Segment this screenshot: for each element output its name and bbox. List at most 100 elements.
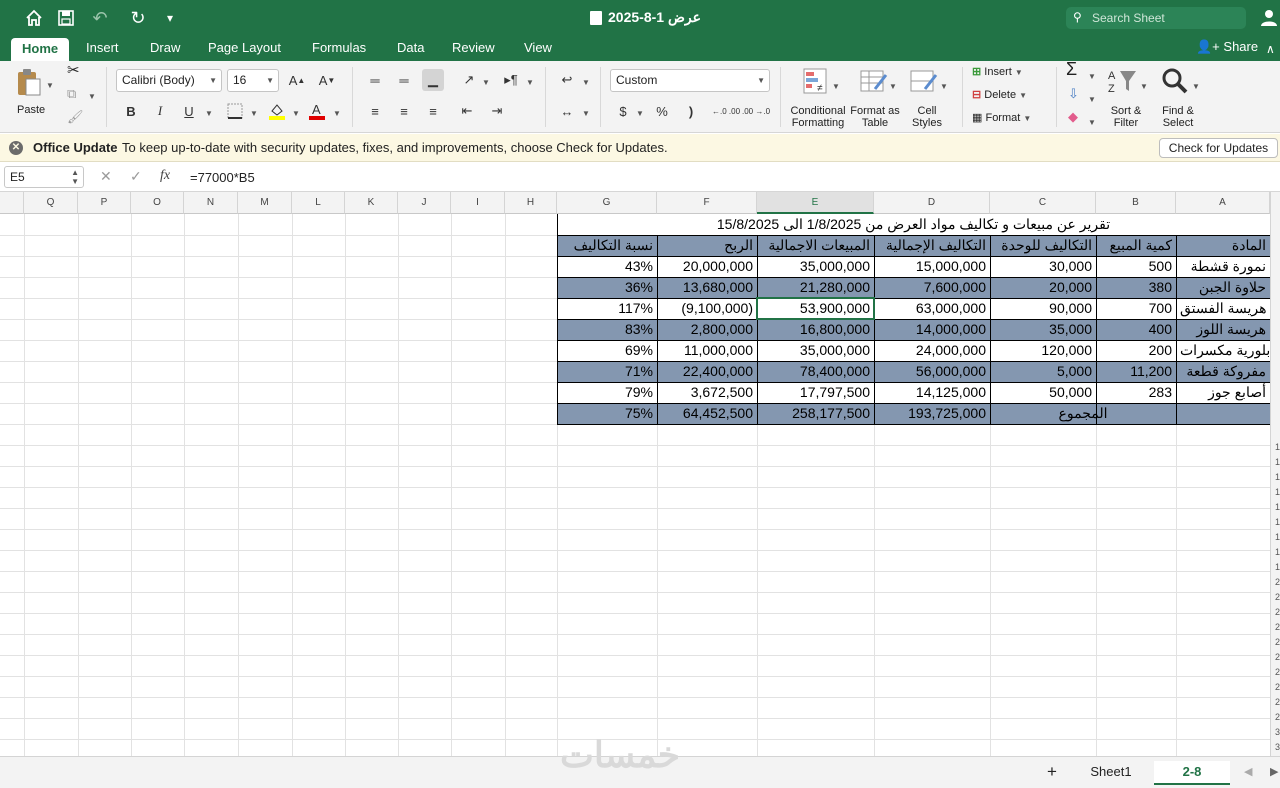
totals-cell[interactable]: 193,725,000 <box>874 403 990 424</box>
row-number[interactable]: 2 <box>1275 712 1280 722</box>
column-header-a[interactable]: A <box>1176 192 1270 214</box>
row-number[interactable]: 2 <box>1275 607 1280 617</box>
table-cell[interactable]: 13,680,000 <box>657 277 757 298</box>
tab-page-layout[interactable]: Page Layout <box>208 40 281 55</box>
table-cell[interactable]: 90,000 <box>990 298 1096 319</box>
row-number[interactable]: 1 <box>1275 442 1280 452</box>
fill-icon[interactable]: ⇩ <box>1068 87 1079 100</box>
font-color-icon[interactable]: A <box>306 100 328 122</box>
column-header-o[interactable]: O <box>131 192 184 214</box>
row-number[interactable]: 2 <box>1275 652 1280 662</box>
column-header-d[interactable]: D <box>874 192 990 214</box>
row-number[interactable]: 1 <box>1275 517 1280 527</box>
copy-dropdown-icon[interactable]: ▼ <box>88 90 96 103</box>
selected-cell[interactable] <box>756 297 875 320</box>
table-cell[interactable]: هريسة اللوز <box>1176 319 1270 340</box>
totals-cell[interactable]: 64,452,500 <box>657 403 757 424</box>
font-size-select[interactable]: 16 ▼ <box>227 69 279 92</box>
column-header-m[interactable]: M <box>238 192 292 214</box>
table-cell[interactable]: 7,600,000 <box>874 277 990 298</box>
table-cell[interactable]: 2,800,000 <box>657 319 757 340</box>
tab-home[interactable]: Home <box>11 38 70 61</box>
sort-filter-dropdown-icon[interactable]: ▼ <box>1140 80 1148 93</box>
font-name-select[interactable]: Calibri (Body) ▼ <box>116 69 222 92</box>
column-header-j[interactable]: J <box>398 192 451 214</box>
underline-button[interactable]: U <box>178 100 200 122</box>
table-cell[interactable]: مفروكة قطعة <box>1176 361 1270 382</box>
column-header-i[interactable]: I <box>451 192 505 214</box>
table-cell[interactable]: 500 <box>1096 256 1176 277</box>
row-number[interactable]: 2 <box>1275 592 1280 602</box>
column-header-e[interactable]: E <box>757 192 874 214</box>
comma-style-button[interactable]: ) <box>680 100 702 122</box>
redo-icon[interactable]: ↻ <box>126 6 150 30</box>
insert-cells-button[interactable]: ⊞ Insert ▼ <box>972 66 1044 79</box>
row-number[interactable]: 2 <box>1275 667 1280 677</box>
borders-dropdown-icon[interactable]: ▼ <box>250 107 258 120</box>
tab-review[interactable]: Review <box>452 40 495 55</box>
wrap-text-icon[interactable]: ↩ <box>556 69 578 91</box>
account-icon[interactable] <box>1260 8 1278 26</box>
fill-dropdown-icon[interactable]: ▼ <box>1088 93 1096 106</box>
align-center-icon[interactable]: ≡ <box>393 100 415 122</box>
table-cell[interactable]: 69% <box>557 340 657 361</box>
align-middle-icon[interactable]: ═ <box>393 69 415 91</box>
row-number[interactable]: 1 <box>1275 562 1280 572</box>
currency-button[interactable]: $ <box>612 100 634 122</box>
row-number[interactable]: 1 <box>1275 502 1280 512</box>
bold-button[interactable]: B <box>120 100 142 122</box>
increase-font-size-icon[interactable]: A ▲ <box>286 69 308 91</box>
table-cell[interactable]: 71% <box>557 361 657 382</box>
table-cell[interactable]: 56,000,000 <box>874 361 990 382</box>
insert-function-icon[interactable]: fx <box>160 168 170 184</box>
conditional-formatting-dropdown-icon[interactable]: ▼ <box>832 80 840 93</box>
tab-draw[interactable]: Draw <box>150 40 180 55</box>
column-header-l[interactable]: L <box>292 192 345 214</box>
conditional-formatting-icon[interactable]: ≠ <box>800 67 834 97</box>
sheet-tab-sheet1[interactable]: Sheet1 <box>1076 761 1146 785</box>
conditional-formatting-label[interactable]: Conditional Formatting <box>786 105 850 129</box>
table-cell[interactable]: 14,125,000 <box>874 382 990 403</box>
row-number[interactable]: 1 <box>1275 472 1280 482</box>
merge-dropdown-icon[interactable]: ▼ <box>582 107 590 120</box>
row-number[interactable]: 3 <box>1275 742 1280 752</box>
row-number[interactable]: 1 <box>1275 532 1280 542</box>
scroll-sheets-left-icon[interactable]: ◀ <box>1244 765 1252 778</box>
row-number[interactable]: 1 <box>1275 457 1280 467</box>
column-header-h[interactable]: H <box>505 192 557 214</box>
format-painter-icon[interactable]: 🖌 <box>67 110 84 123</box>
search-sheet-input[interactable]: ⚲ Search Sheet <box>1066 7 1246 29</box>
align-top-icon[interactable]: ═ <box>364 69 386 91</box>
table-cell[interactable]: 120,000 <box>990 340 1096 361</box>
table-cell[interactable]: 63,000,000 <box>874 298 990 319</box>
column-header-q[interactable]: Q <box>24 192 78 214</box>
italic-button[interactable]: I <box>149 100 171 122</box>
add-sheet-button[interactable]: + <box>1040 761 1064 785</box>
fill-color-dropdown-icon[interactable]: ▼ <box>292 107 300 120</box>
name-box-stepper-icon[interactable]: ▲ ▼ <box>71 168 79 186</box>
enter-entry-icon[interactable]: ✓ <box>130 168 142 185</box>
table-cell[interactable]: نمورة قشطة <box>1176 256 1270 277</box>
table-cell[interactable]: 380 <box>1096 277 1176 298</box>
text-direction-dropdown-icon[interactable]: ▼ <box>526 76 534 89</box>
table-cell[interactable]: (9,100,000) <box>657 298 757 319</box>
table-cell[interactable]: 20,000 <box>990 277 1096 298</box>
table-cell[interactable]: 200 <box>1096 340 1176 361</box>
table-cell[interactable]: 11,000,000 <box>657 340 757 361</box>
format-as-table-dropdown-icon[interactable]: ▼ <box>889 80 897 93</box>
table-cell[interactable]: بلورية مكسرات <box>1176 340 1270 361</box>
copy-icon[interactable]: ⧉ <box>67 87 76 100</box>
table-cell[interactable]: 17,797,500 <box>757 382 874 403</box>
table-cell[interactable]: 22,400,000 <box>657 361 757 382</box>
increase-indent-icon[interactable]: ⇥ <box>486 100 508 122</box>
table-cell[interactable]: هريسة الفستق <box>1176 298 1270 319</box>
currency-dropdown-icon[interactable]: ▼ <box>636 107 644 120</box>
cell-styles-icon[interactable] <box>908 67 940 97</box>
paste-icon[interactable] <box>14 67 44 97</box>
cut-icon[interactable]: ✂ <box>67 63 80 78</box>
customize-toolbar-icon[interactable]: ▾ <box>158 6 182 30</box>
paste-dropdown-icon[interactable]: ▼ <box>46 79 54 92</box>
column-header-c[interactable]: C <box>990 192 1096 214</box>
decrease-font-size-icon[interactable]: A ▼ <box>316 69 338 91</box>
tab-formulas[interactable]: Formulas <box>312 40 366 55</box>
